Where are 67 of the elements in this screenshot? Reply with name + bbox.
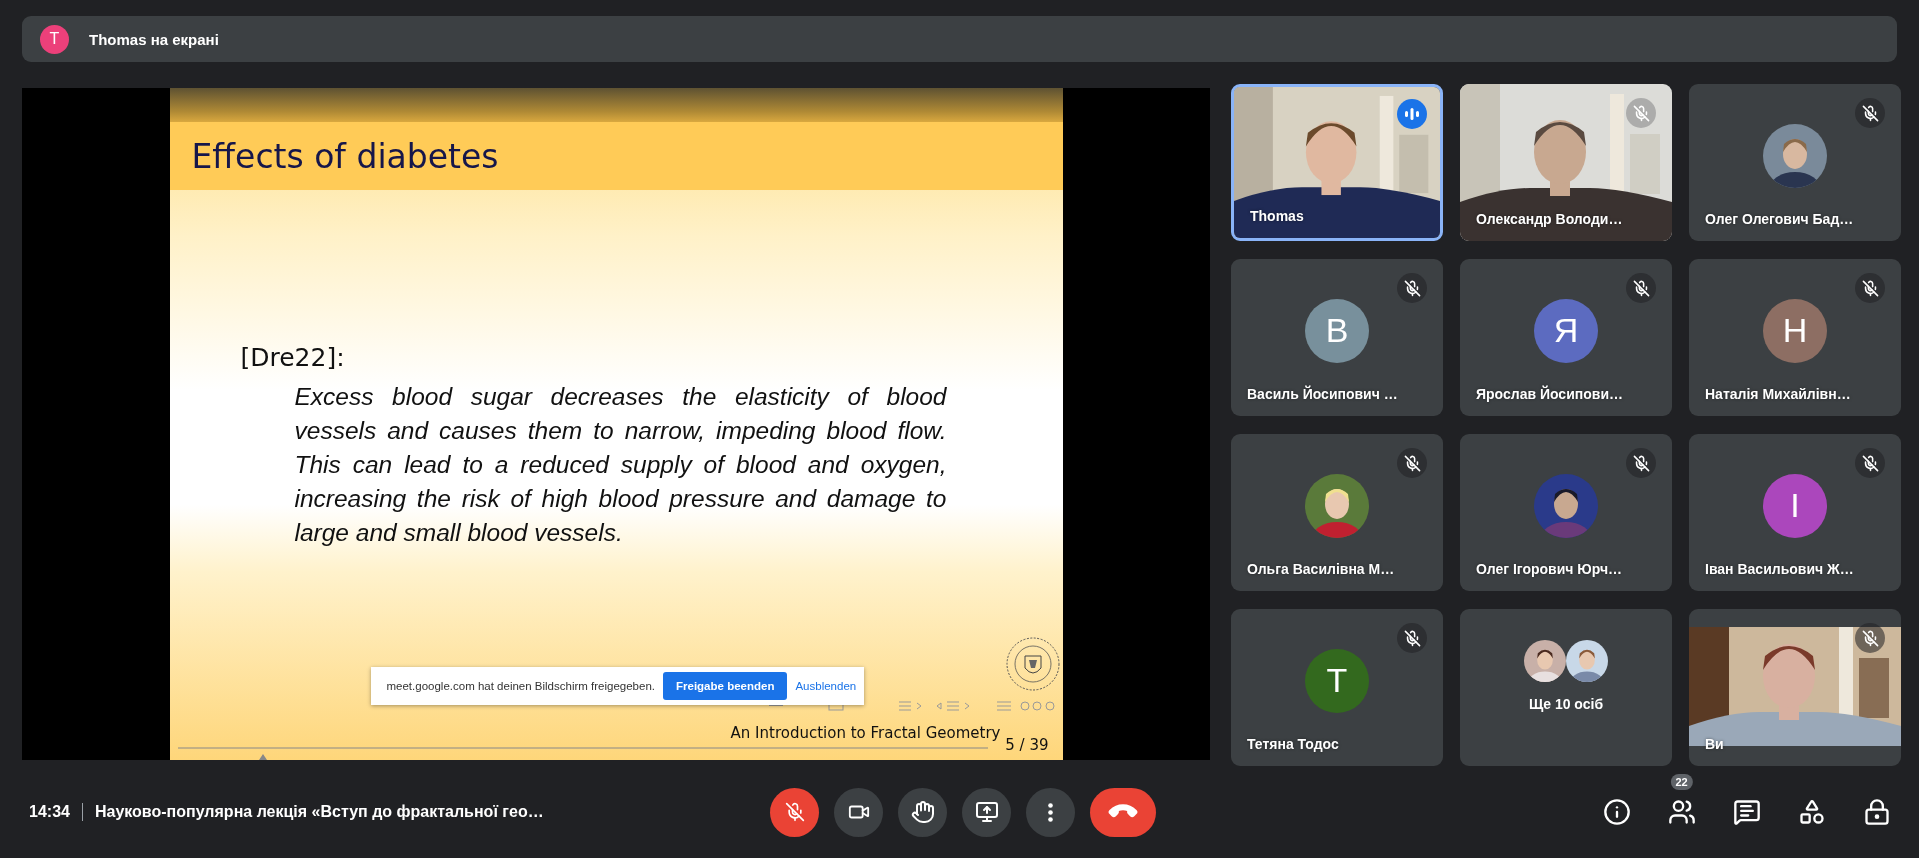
participant-tile[interactable]: В Василь Йосипович … — [1231, 259, 1443, 416]
present-button[interactable] — [962, 787, 1011, 837]
participant-tile[interactable]: Т Тетяна Тодос — [1231, 609, 1443, 766]
present-screen-icon — [974, 800, 999, 824]
info-icon — [1602, 798, 1631, 826]
mic-off-icon — [1632, 279, 1650, 297]
avatar: T — [40, 24, 69, 54]
citation: [Dre22]: — [240, 343, 345, 372]
mic-off-icon — [1632, 454, 1650, 472]
participant-tile[interactable]: Олег Ігорович Юрч… — [1460, 434, 1672, 591]
people-icon — [1667, 798, 1696, 826]
meeting-time: 14:34 — [29, 803, 70, 821]
participant-tile[interactable]: Я Ярослав Йосипови… — [1460, 259, 1672, 416]
hide-link[interactable]: Ausblenden — [795, 680, 857, 692]
participant-name: Олег Олегович Бад… — [1705, 211, 1854, 227]
mic-off-icon — [1861, 454, 1879, 472]
participant-tile[interactable]: Н Наталія Михайлівн… — [1689, 259, 1901, 416]
participant-tile[interactable]: Олег Олегович Бад… — [1689, 84, 1901, 241]
avatar: Т — [1305, 648, 1369, 713]
meeting-title: Науково-популярна лекція «Вступ до фрактальної гео… — [94, 803, 544, 821]
presenter-label: Thomas на екрані — [89, 30, 219, 48]
avatar: Н — [1763, 298, 1827, 363]
participant-tile[interactable]: І Іван Васильович Ж… — [1689, 434, 1901, 591]
more-participants-tile[interactable]: Ще 10 осіб — [1460, 609, 1672, 766]
slide-number: 5 / 39 — [1005, 736, 1049, 754]
participant-tile[interactable]: Олександр Володи… — [1460, 84, 1672, 241]
participant-tile[interactable]: Thomas — [1231, 84, 1443, 241]
mic-off-icon — [1861, 104, 1879, 122]
avatar: Я — [1534, 298, 1598, 363]
slide-title: Effects of diabetes — [191, 136, 499, 176]
camera-button[interactable] — [834, 787, 883, 837]
participant-name: Олександр Володи… — [1476, 211, 1623, 227]
shapes-icon — [1797, 798, 1826, 826]
leave-call-button[interactable] — [1090, 787, 1156, 837]
more-participants-label: Ще 10 осіб — [1528, 695, 1604, 712]
mic-off-icon — [1861, 629, 1879, 647]
footer-title: An Introduction to Fractal Geometry — [730, 724, 1001, 742]
participant-name: Тетяна Тодос — [1247, 736, 1339, 752]
hand-icon — [910, 800, 935, 824]
raise-hand-button[interactable] — [898, 787, 947, 837]
quote-text: Excess blood sugar decreases the elasticity of blood vessels and causes them to narrow, impeding blood flow. This can lead to a reduced supply of blood and oxygen, increasing the risk of high blood pressure and damage to large and small blood vessels. — [294, 382, 947, 548]
participant-name: Thomas — [1250, 208, 1304, 224]
mic-off-icon — [1403, 279, 1421, 297]
participant-name: Олег Ігорович Юрч… — [1476, 561, 1623, 577]
more-icon — [1048, 802, 1053, 822]
chat-icon — [1732, 798, 1761, 826]
mic-off-icon — [1403, 629, 1421, 647]
participant-name: Ольга Василівна М… — [1247, 561, 1395, 577]
mic-off-icon — [784, 802, 805, 822]
participant-name: Ярослав Йосипови… — [1476, 386, 1623, 402]
count-badge: 22 — [1670, 773, 1693, 790]
lock-icon — [1862, 798, 1891, 826]
more-options-button[interactable] — [1026, 787, 1075, 837]
participant-name: Іван Васильович Ж… — [1705, 561, 1854, 577]
microphone-button[interactable] — [770, 787, 819, 837]
mic-off-icon — [1403, 454, 1421, 472]
participant-name: Наталія Михайлівн… — [1705, 386, 1851, 402]
participant-tile[interactable]: Ольга Василівна М… — [1231, 434, 1443, 591]
mic-off-icon — [1861, 279, 1879, 297]
university-seal-drawing — [1004, 636, 1061, 692]
mic-off-icon — [1632, 104, 1650, 122]
avatar: І — [1763, 473, 1827, 538]
notification-text: meet.google.com hat deinen Bildschirm freigegeben. — [386, 680, 655, 692]
stop-sharing-button[interactable]: Freigabe beenden — [663, 672, 788, 700]
audio-level-icon — [1405, 108, 1419, 120]
participant-name: Василь Йосипович … — [1247, 386, 1398, 402]
avatar: В — [1305, 298, 1369, 363]
